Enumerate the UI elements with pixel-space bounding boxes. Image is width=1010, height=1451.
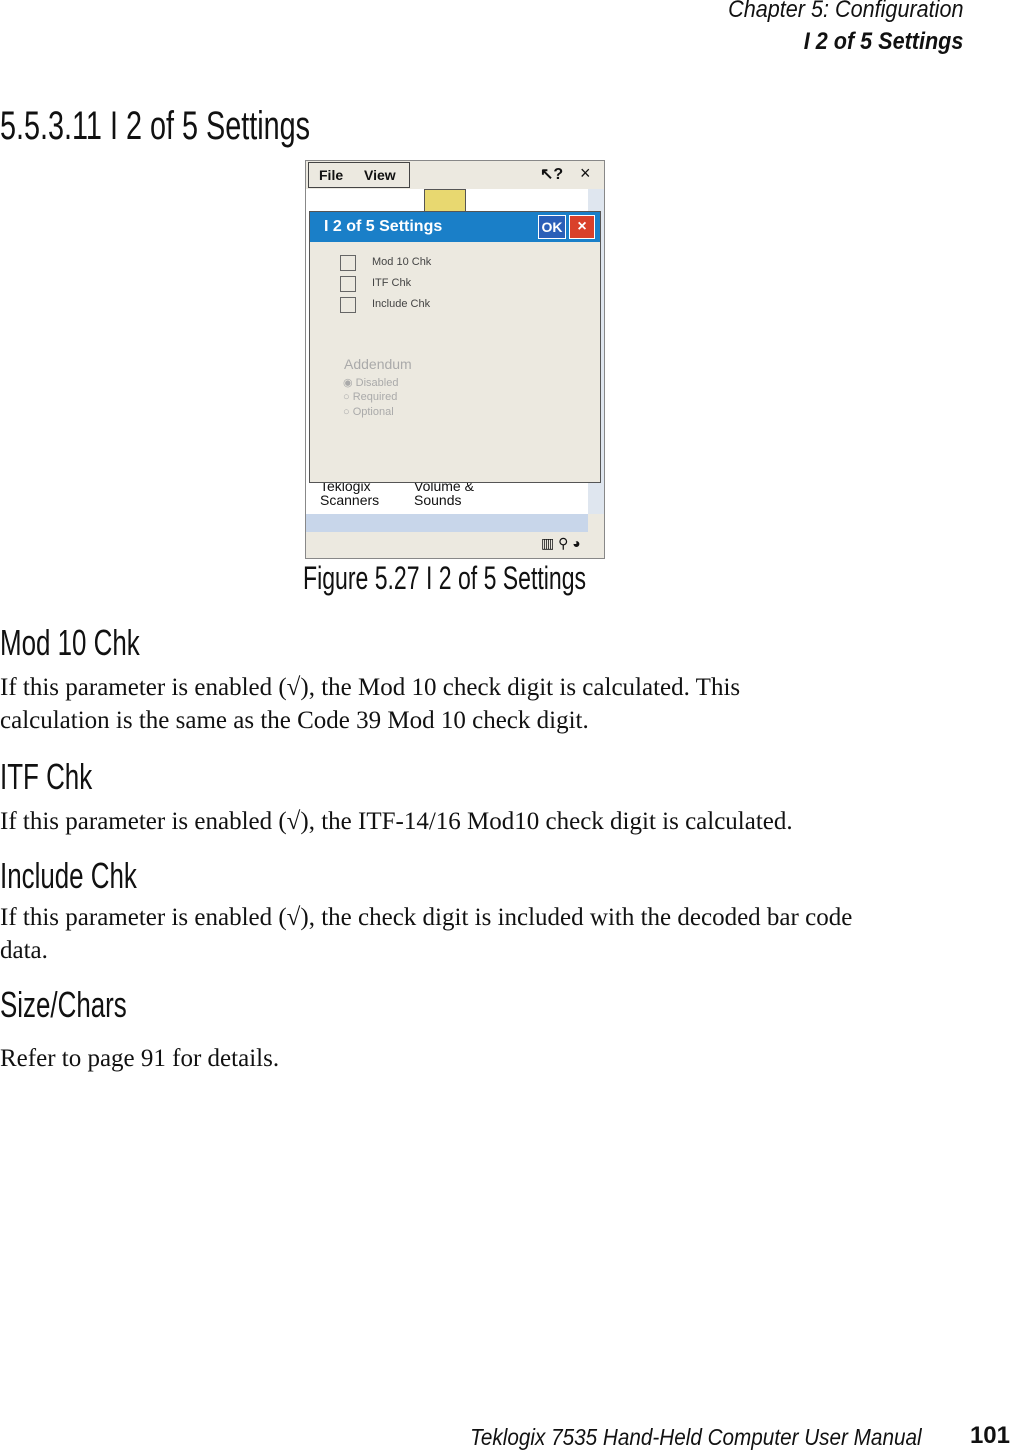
- paragraph-include: If this parameter is enabled (√), the ch…: [0, 904, 853, 964]
- close-icon[interactable]: ×: [580, 163, 591, 184]
- heading-size-chars: Size/Chars: [0, 984, 127, 1025]
- heading-mod10: Mod 10 Chk: [0, 622, 140, 663]
- manual-page: Chapter 5: Configuration I 2 of 5 Settin…: [0, 0, 1010, 1451]
- radio-label: Disabled: [355, 377, 399, 389]
- footer-title: Teklogix 7535 Hand-Held Computer User Ma…: [470, 1424, 922, 1450]
- checkbox-mod10[interactable]: [340, 255, 356, 271]
- dialog-title: I 2 of 5 Settings: [324, 218, 443, 235]
- checkbox-include[interactable]: [340, 297, 356, 313]
- settings-dialog: I 2 of 5 Settings OK × Mod 10 Chk ITF Ch…: [309, 211, 601, 483]
- radio-label: Required: [352, 391, 398, 403]
- menu-file[interactable]: File: [319, 167, 343, 183]
- radio-required[interactable]: ○ Required: [343, 391, 397, 403]
- checkbox-itf[interactable]: [340, 276, 356, 292]
- dialog-title-bar: I 2 of 5 Settings OK ×: [310, 212, 600, 242]
- ok-button[interactable]: OK: [538, 215, 566, 239]
- menu-bar: File View ↖? ×: [306, 161, 604, 189]
- horizontal-scrollbar[interactable]: [306, 514, 588, 532]
- section-title: 5.5.3.11 I 2 of 5 Settings: [0, 104, 311, 148]
- folder-icon: [424, 189, 466, 213]
- paragraph-size-chars: Refer to page 91 for details.: [0, 1045, 280, 1072]
- device-screenshot: File View ↖? × Teklogix Scanners Volume …: [305, 160, 605, 559]
- paragraph-mod10: If this parameter is enabled (√), the Mo…: [0, 674, 741, 734]
- pointer-help-icon[interactable]: ↖?: [540, 164, 563, 184]
- cancel-button[interactable]: ×: [569, 215, 595, 239]
- radio-label: Optional: [352, 406, 394, 418]
- page-number: 101: [969, 1422, 1010, 1449]
- heading-itf: ITF Chk: [0, 756, 93, 797]
- checkbox-label: Include Chk: [372, 298, 431, 310]
- checkbox-label: Mod 10 Chk: [372, 256, 432, 268]
- menu-group: File View: [308, 162, 410, 188]
- heading-include: Include Chk: [0, 855, 137, 896]
- desktop-item-volume[interactable]: Volume & Sounds: [414, 479, 484, 507]
- radio-disabled[interactable]: ◉ Disabled: [343, 376, 398, 389]
- menu-view[interactable]: View: [364, 167, 396, 183]
- header-chapter: Chapter 5: Configuration: [727, 0, 963, 23]
- desktop-item-scanners[interactable]: Teklogix Scanners: [320, 479, 390, 507]
- tray-icons: ▥ ⚲ ◕: [541, 535, 581, 551]
- paragraph-itf: If this parameter is enabled (√), the IT…: [0, 808, 793, 835]
- figure-caption: Figure 5.27 I 2 of 5 Settings: [303, 560, 587, 596]
- checkbox-label: ITF Chk: [372, 277, 412, 289]
- addendum-label: Addendum: [344, 356, 412, 372]
- radio-optional[interactable]: ○ Optional: [343, 406, 394, 418]
- header-section: I 2 of 5 Settings: [803, 28, 963, 55]
